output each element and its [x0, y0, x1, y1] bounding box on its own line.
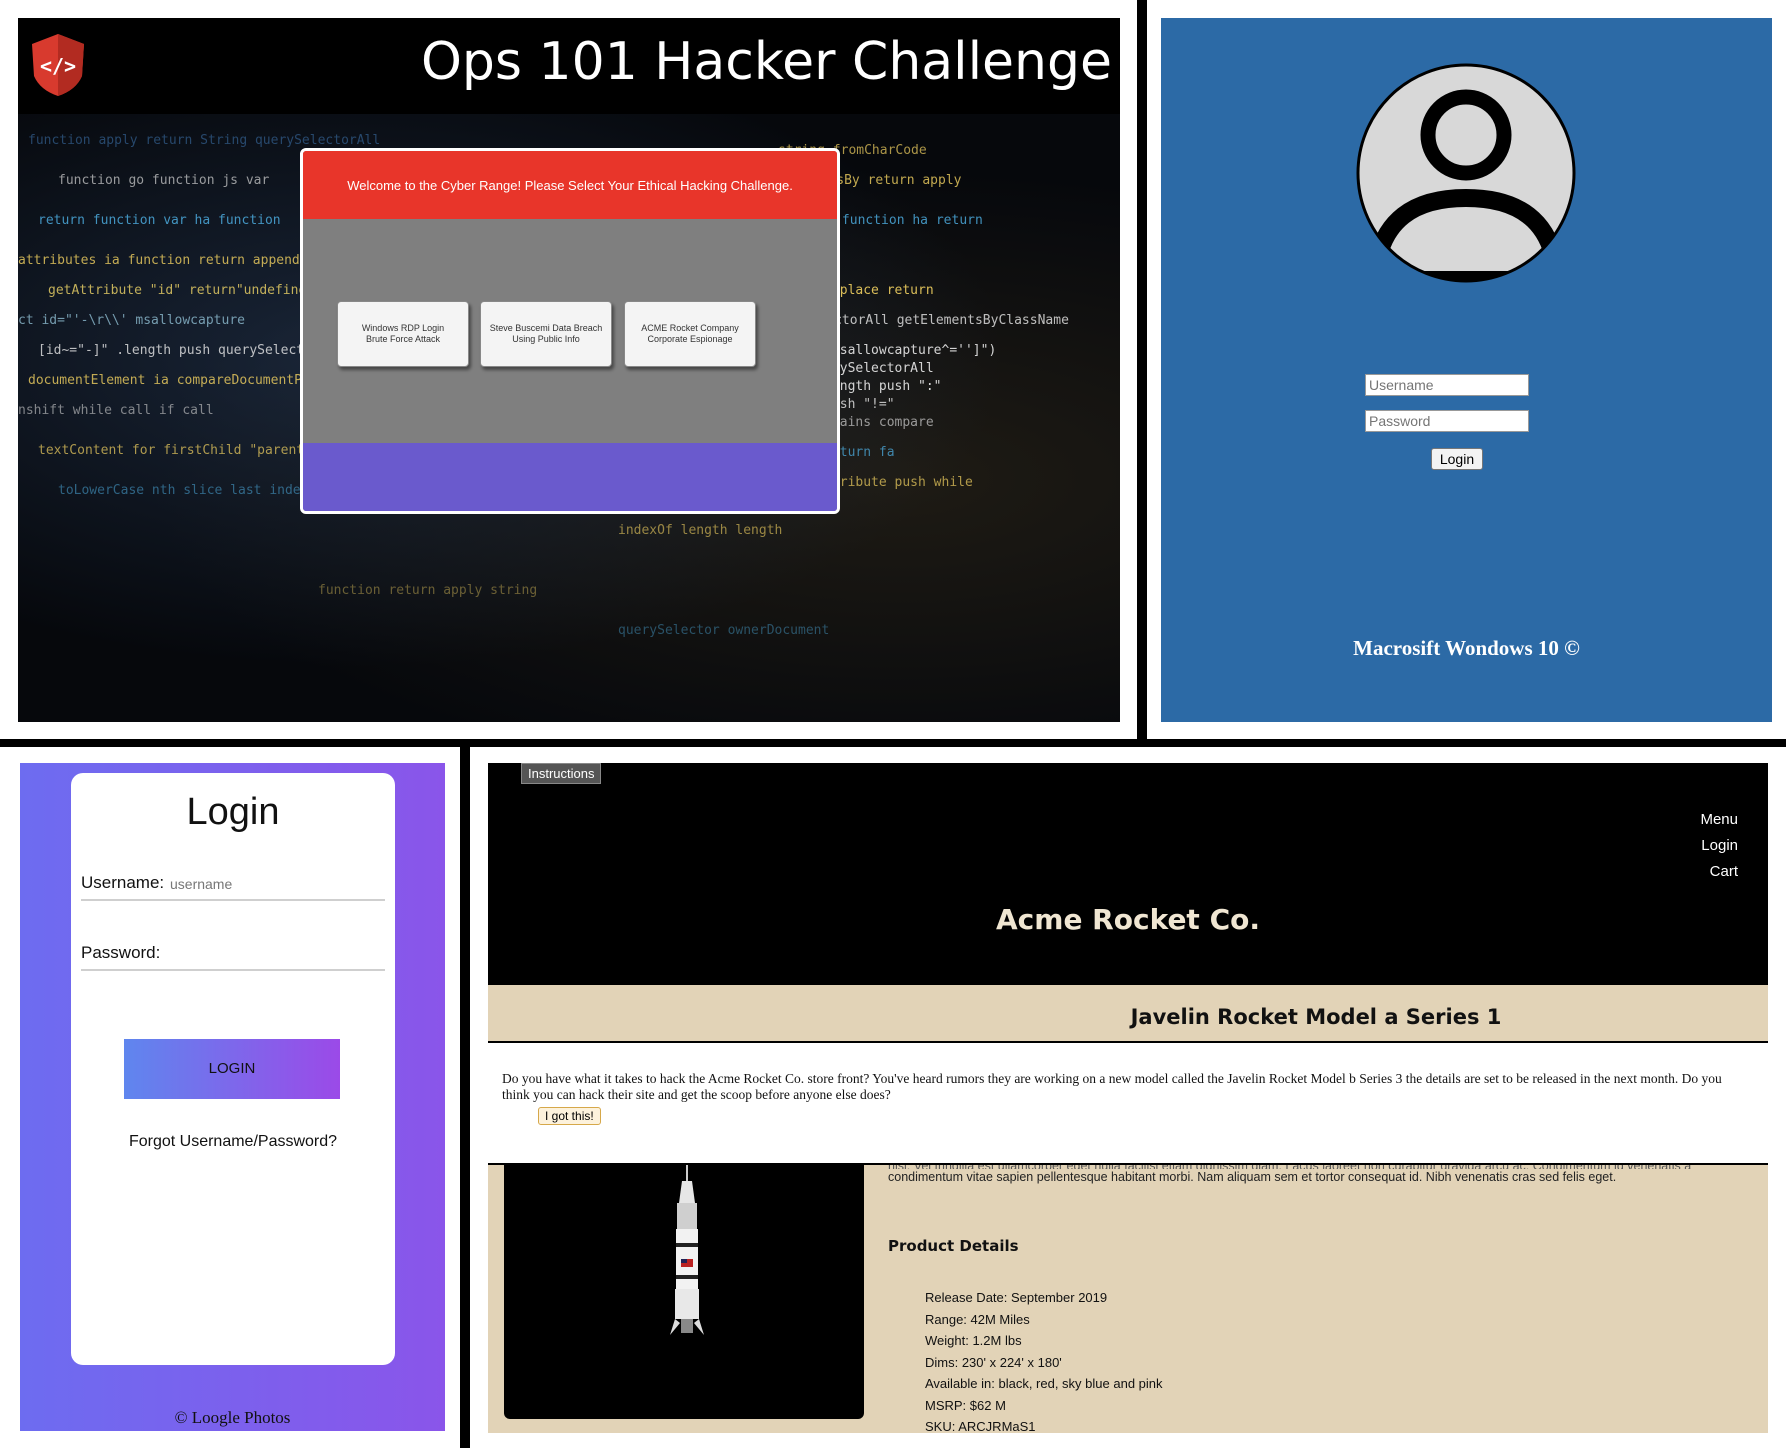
- detail-colors: Available in: black, red, sky blue and p…: [925, 1376, 1163, 1391]
- brand-footer: Macrosift Wondows 10 ©: [1353, 636, 1580, 660]
- svg-text:</>: </>: [40, 54, 76, 78]
- product-details-heading: Product Details: [888, 1237, 1019, 1255]
- login-button[interactable]: Login: [1431, 448, 1483, 470]
- svg-text:indexOf length length: indexOf length length: [618, 523, 782, 538]
- description-line: condimentum vitae sapien pellentesque ha…: [888, 1170, 1617, 1184]
- svg-text:nshift while call if call: nshift while call if call: [18, 403, 214, 418]
- login-card: Login Username: username Password: LOGIN…: [71, 773, 395, 1365]
- challenge-modal: Welcome to the Cyber Range! Please Selec…: [300, 148, 840, 514]
- login-button[interactable]: LOGIN: [124, 1039, 340, 1099]
- nav-menu: Menu Login Cart: [1700, 807, 1738, 885]
- detail-weight: Weight: 1.2M lbs: [925, 1333, 1022, 1348]
- detail-range: Range: 42M Miles: [925, 1311, 1030, 1327]
- challenge-button-rdp[interactable]: Windows RDP Login Brute Force Attack: [337, 301, 469, 367]
- windows-login-panel: Login Macrosift Wondows 10 ©: [1147, 0, 1786, 739]
- detail-msrp: MSRP: $62 M: [925, 1397, 1006, 1413]
- login-heading: Login: [186, 791, 280, 833]
- product-image: [504, 1163, 864, 1419]
- challenge-button-data-breach[interactable]: Steve Buscemi Data Breach Using Public I…: [480, 301, 612, 367]
- svg-text:ct id="'-\r\\' msallowcapture: ct id="'-\r\\' msallowcapture: [18, 313, 245, 328]
- nav-login-link[interactable]: Login: [1700, 833, 1738, 859]
- modal-footer: [303, 443, 837, 511]
- password-label: Password:: [81, 943, 161, 962]
- page-title: Ops 101 Hacker Challenge: [420, 32, 1112, 92]
- store-name: Acme Rocket Co.: [996, 903, 1260, 936]
- nav-menu-link[interactable]: Menu: [1700, 807, 1738, 833]
- windows-login-page: Login Macrosift Wondows 10 ©: [1161, 18, 1772, 722]
- loogle-login-page: Login Username: username Password: LOGIN…: [20, 763, 445, 1431]
- shield-code-logo-icon: </>: [32, 34, 84, 96]
- top-bar: </> Ops 101 Hacker Challenge: [18, 18, 1120, 114]
- challenge-button-acme[interactable]: ACME Rocket Company Corporate Espionage: [624, 301, 756, 367]
- password-input[interactable]: [81, 969, 385, 971]
- detail-release-date: Release Date: September 2019: [925, 1290, 1108, 1305]
- username-underline: [81, 899, 385, 901]
- username-input[interactable]: [1365, 374, 1529, 396]
- instructions-overlay: Do you have what it takes to hack the Ac…: [488, 1041, 1768, 1165]
- detail-sku: SKU: ARCJRMaS1: [925, 1419, 1036, 1433]
- store-header: Instructions Menu Login Cart Acme Rocket…: [488, 763, 1768, 985]
- svg-text:querySelector ownerDocument: querySelector ownerDocument: [618, 623, 829, 638]
- ops-page: function apply return String querySelect…: [18, 18, 1120, 722]
- acme-store-panel: Instructions Menu Login Cart Acme Rocket…: [470, 747, 1786, 1448]
- product-details-list: Release Date: September 2019 Range: 42M …: [925, 1287, 1163, 1433]
- user-avatar-icon: [1356, 63, 1576, 283]
- svg-text:function apply return String q: function apply return String querySelect…: [28, 133, 380, 148]
- acme-store-page: Instructions Menu Login Cart Acme Rocket…: [488, 763, 1768, 1433]
- username-label: Username:: [81, 873, 165, 892]
- got-it-button[interactable]: I got this!: [538, 1107, 601, 1125]
- product-description: nisl. Vel fringilla est ullamcorper eget…: [888, 1163, 1748, 1185]
- svg-text:function go function js var: function go function js var: [58, 173, 269, 188]
- svg-text:attributes ia function return: attributes ia function return append: [18, 253, 300, 268]
- password-input[interactable]: [1365, 410, 1529, 432]
- rocket-image-icon: [670, 1163, 704, 1335]
- instructions-button[interactable]: Instructions: [521, 763, 602, 784]
- modal-heading: Welcome to the Cyber Range! Please Selec…: [303, 151, 837, 219]
- loogle-login-panel: Login Username: username Password: LOGIN…: [0, 747, 460, 1448]
- svg-text:function return apply strin: function return apply string: [318, 583, 537, 598]
- copyright: © Loogle Photos: [174, 1408, 291, 1427]
- instructions-text: Do you have what it takes to hack the Ac…: [502, 1071, 1722, 1102]
- svg-text:return function var ha func: return function var ha function: [38, 213, 281, 228]
- ops-panel: function apply return String querySelect…: [0, 0, 1137, 739]
- forgot-credentials-link[interactable]: Forgot Username/Password?: [71, 1133, 395, 1151]
- product-title: Javelin Rocket Model a Series 1: [1130, 1005, 1502, 1029]
- nav-cart-link[interactable]: Cart: [1700, 859, 1738, 885]
- username-input[interactable]: username: [170, 876, 232, 892]
- svg-text:getAttribute "id" return"undef: getAttribute "id" return"undefined": [48, 283, 322, 298]
- detail-dims: Dims: 230' x 224' x 180': [925, 1354, 1062, 1370]
